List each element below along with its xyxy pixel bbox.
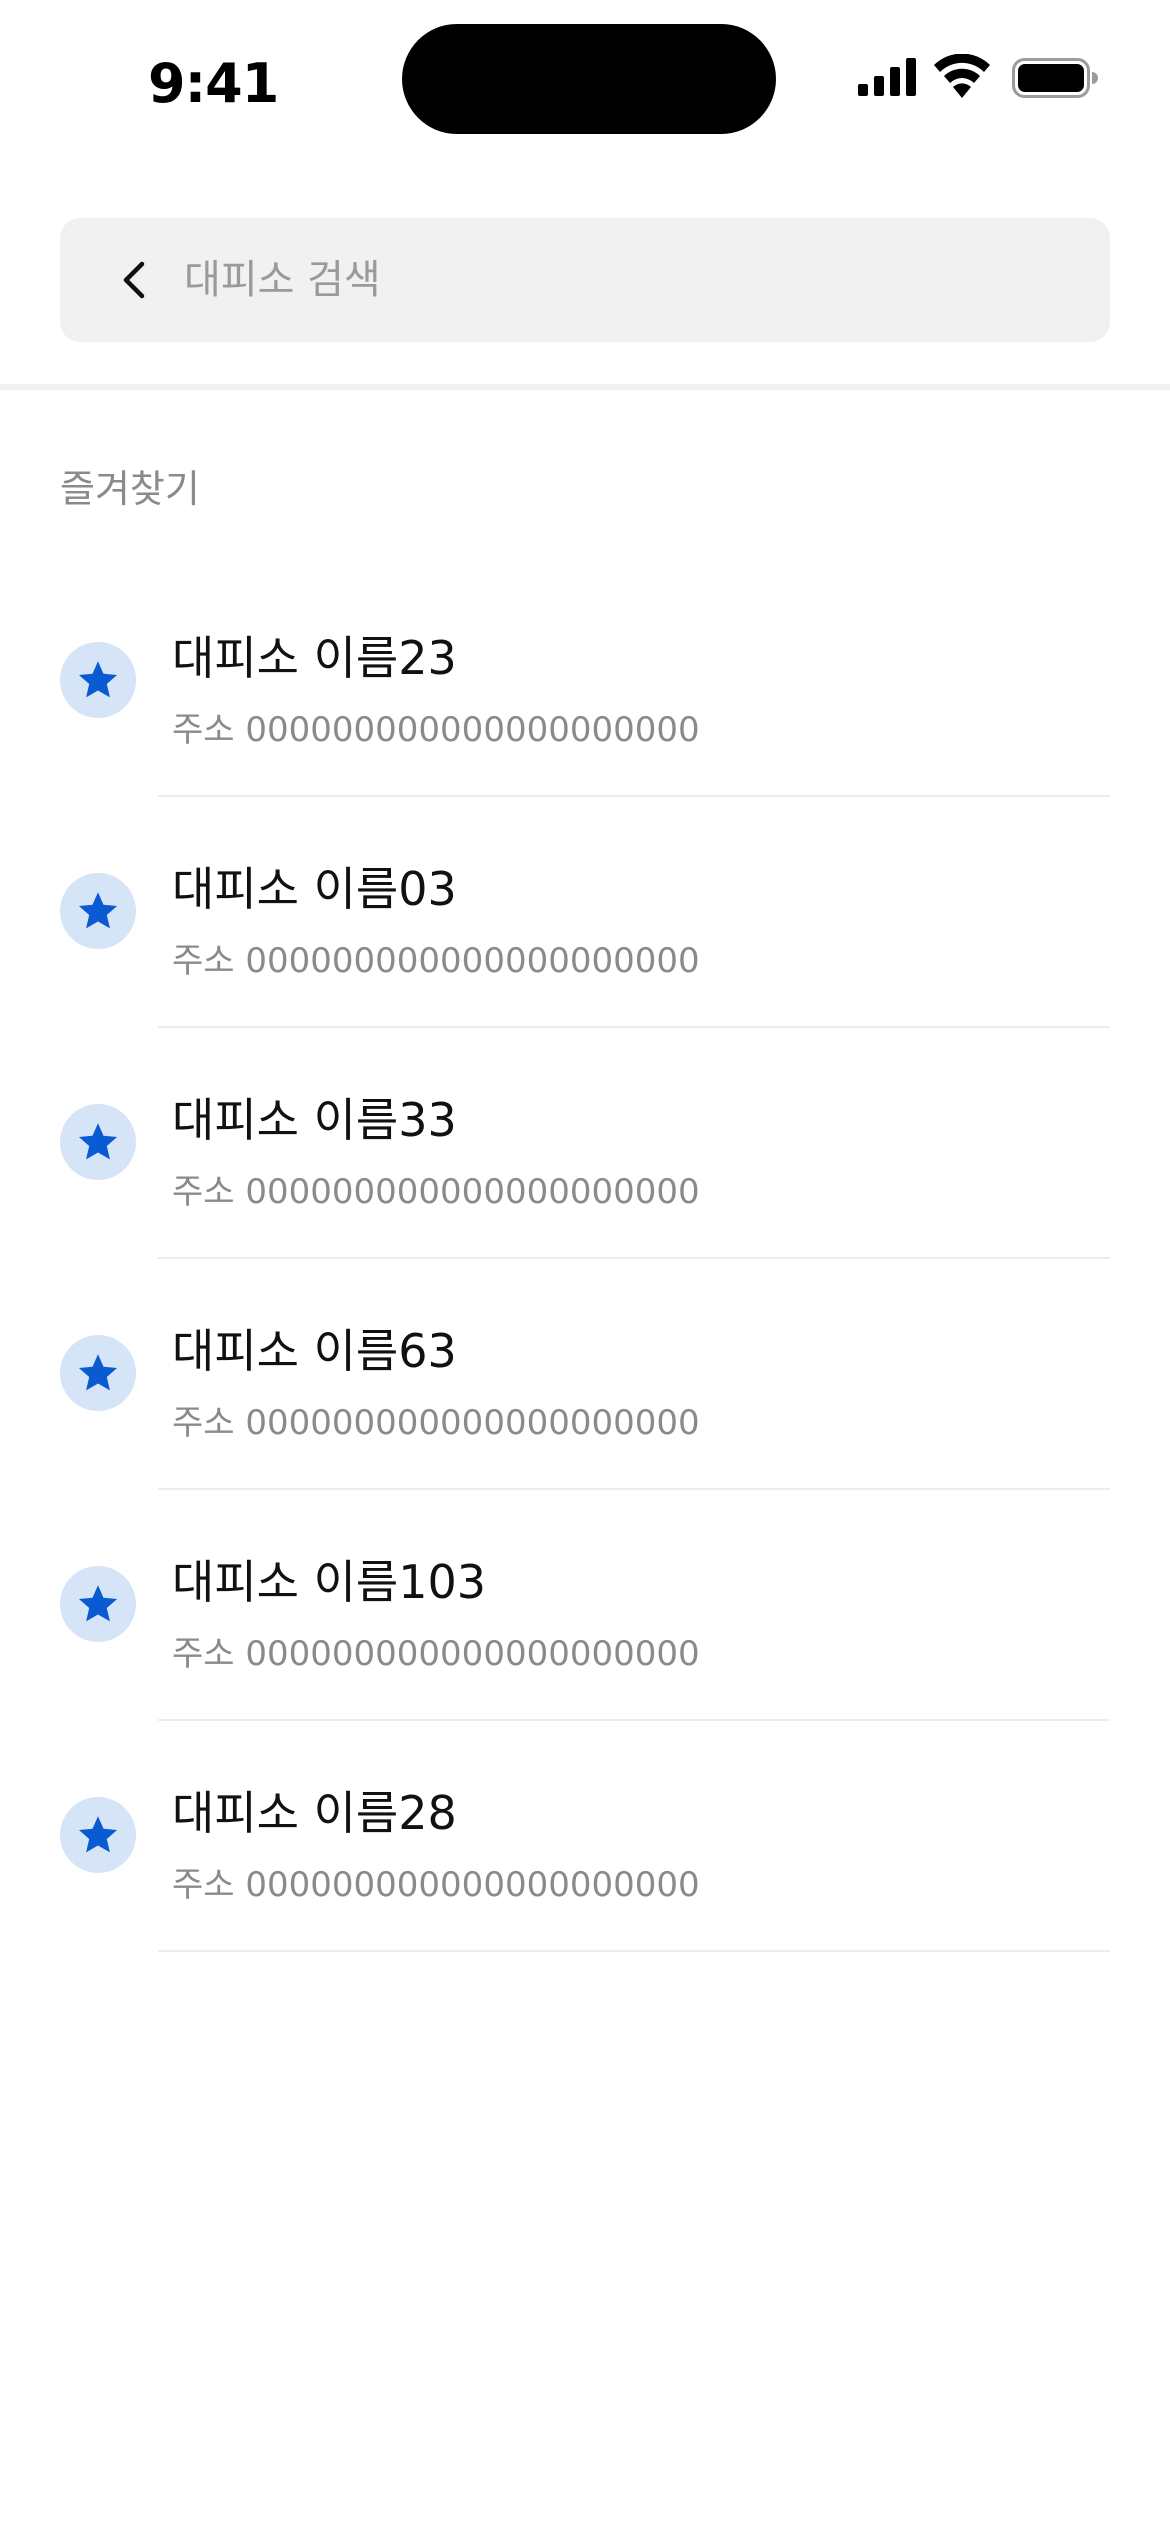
shelter-name: 대피소 이름63 (172, 1324, 457, 1378)
search-input[interactable] (184, 218, 1074, 342)
list-item[interactable]: 대피소 이름23 주소 000000000000000000000 (0, 566, 1170, 797)
list-item[interactable]: 대피소 이름63 주소 000000000000000000000 (0, 1259, 1170, 1490)
shelter-name: 대피소 이름103 (172, 1555, 487, 1609)
star-badge[interactable] (60, 873, 136, 949)
divider (158, 1950, 1110, 1952)
status-bar: 9:41 (0, 0, 1170, 160)
star-badge[interactable] (60, 1335, 136, 1411)
shelter-address: 주소 000000000000000000000 (172, 1403, 700, 1443)
list-item[interactable]: 대피소 이름03 주소 000000000000000000000 (0, 797, 1170, 1028)
search-bar (60, 218, 1110, 342)
signal-icon (858, 58, 916, 96)
star-icon (78, 1354, 118, 1391)
shelter-address: 주소 000000000000000000000 (172, 941, 700, 981)
shelter-address: 주소 000000000000000000000 (172, 710, 700, 750)
wifi-icon (934, 54, 990, 98)
shelter-name: 대피소 이름28 (172, 1786, 457, 1840)
list-item[interactable]: 대피소 이름28 주소 000000000000000000000 (0, 1721, 1170, 1952)
shelter-name: 대피소 이름33 (172, 1093, 457, 1147)
dynamic-island (402, 24, 776, 134)
star-badge[interactable] (60, 1104, 136, 1180)
list-item[interactable]: 대피소 이름33 주소 000000000000000000000 (0, 1028, 1170, 1259)
shelter-name: 대피소 이름03 (172, 862, 457, 916)
shelter-address: 주소 000000000000000000000 (172, 1865, 700, 1905)
section-title-favorites: 즐겨찾기 (60, 467, 200, 511)
star-badge[interactable] (60, 1566, 136, 1642)
battery-icon (1012, 58, 1098, 98)
star-badge[interactable] (60, 642, 136, 718)
star-icon (78, 1123, 118, 1160)
star-badge[interactable] (60, 1797, 136, 1873)
shelter-address: 주소 000000000000000000000 (172, 1634, 700, 1674)
favorites-list: 대피소 이름23 주소 000000000000000000000 대피소 이름… (0, 566, 1170, 1952)
shelter-address: 주소 000000000000000000000 (172, 1172, 700, 1212)
star-icon (78, 661, 118, 698)
shelter-name: 대피소 이름23 (172, 631, 457, 685)
chevron-left-icon[interactable] (112, 256, 160, 304)
star-icon (78, 892, 118, 929)
star-icon (78, 1585, 118, 1622)
header-divider (0, 384, 1170, 390)
list-item[interactable]: 대피소 이름103 주소 000000000000000000000 (0, 1490, 1170, 1721)
star-icon (78, 1816, 118, 1853)
status-time: 9:41 (148, 52, 279, 115)
